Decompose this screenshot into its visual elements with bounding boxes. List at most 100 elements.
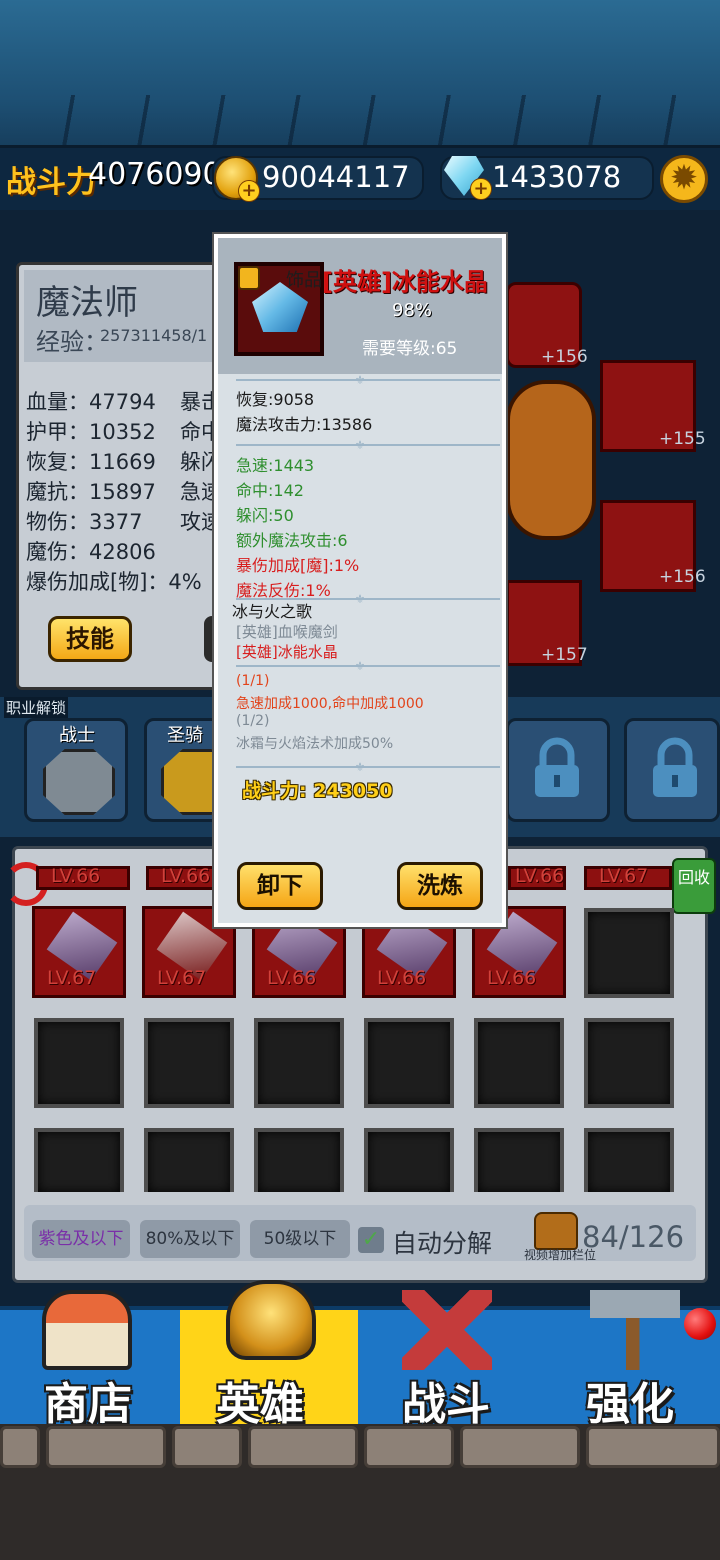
set-item: [英雄]血喉魔剑 [236, 623, 338, 641]
item-name: [英雄]冰能水晶 [322, 268, 488, 296]
exp-label: 经验： [36, 328, 108, 356]
skill-button[interactable]: 技能 [48, 616, 132, 662]
extra-stat: 额外魔法攻击:6 [236, 531, 348, 550]
equipment-slot-weapon[interactable]: +155 [600, 360, 706, 452]
brick [460, 1426, 580, 1468]
bag-expand-hint: 视频增加栏位 [524, 1248, 597, 1262]
inventory-slot-empty[interactable] [34, 1128, 124, 1192]
bag-expand-icon[interactable] [534, 1212, 578, 1250]
job-locked-2[interactable] [624, 718, 720, 822]
filter-80-percent-and-below[interactable]: 80%及以下 [140, 1220, 240, 1258]
inventory-slot-empty[interactable] [144, 1128, 234, 1192]
filter-purple-and-below[interactable]: 紫色及以下 [32, 1220, 130, 1258]
item-power: 战斗力: 243050 [242, 780, 393, 802]
sword-icon [43, 749, 115, 815]
class-name: 魔法师 [36, 283, 138, 323]
shop-icon [42, 1290, 132, 1370]
base-stat: 魔法攻击力:13586 [236, 415, 373, 434]
tab-label: 英雄 [216, 1379, 304, 1430]
extra-stat: 命中:142 [236, 481, 304, 500]
inventory-slot-empty[interactable] [584, 908, 674, 998]
hero-helmet-icon [226, 1280, 316, 1360]
gold-coin-icon[interactable]: + [214, 156, 260, 202]
lock-icon [653, 737, 697, 797]
extra-stat: 躲闪:50 [236, 506, 294, 525]
inventory-slot-empty[interactable] [364, 1018, 454, 1108]
inventory-slot-empty[interactable] [474, 1018, 564, 1108]
stat-regen: 恢复：11669 [26, 450, 156, 474]
tab-label: 战斗 [402, 1379, 490, 1430]
divider [236, 665, 500, 667]
stat-hp: 血量：47794 [26, 390, 156, 414]
bag-count: 84/126 [582, 1220, 685, 1254]
equipment-armor-icon[interactable] [506, 380, 596, 540]
inventory-slot-empty[interactable] [34, 1018, 124, 1108]
gem-value: 1433078 [492, 160, 622, 194]
brick [0, 1426, 40, 1468]
background-texture [0, 95, 720, 145]
auto-decompose-label: 自动分解 [392, 1229, 493, 1258]
inventory-item-sword[interactable]: LV.67 [32, 906, 126, 998]
set-bonus-text: 急速加成1000,命中加成1000 [236, 696, 424, 712]
recycle-label: 回收 [677, 868, 710, 887]
hammer-icon [590, 1290, 680, 1370]
add-gold-icon[interactable]: + [238, 180, 260, 202]
brick [172, 1426, 242, 1468]
brick [586, 1426, 720, 1468]
divider [236, 379, 500, 381]
equipment-enhance-level: +157 [541, 645, 588, 665]
add-gem-icon[interactable]: + [470, 178, 492, 200]
recycle-bin-icon[interactable]: 回收 [672, 858, 716, 914]
item-required-level: 需要等级:65 [362, 339, 458, 359]
auto-decompose-checkbox[interactable]: ✓ [358, 1227, 384, 1253]
inventory-slot-empty[interactable] [254, 1128, 344, 1192]
inventory-slot-empty[interactable] [474, 1128, 564, 1192]
equipment-slot-helmet[interactable]: +156 [506, 282, 588, 368]
stat-magic-resist: 魔抗：15897 [26, 480, 156, 504]
total-power-value: 4076090 [88, 157, 222, 192]
inventory-slot-empty[interactable] [364, 1128, 454, 1192]
total-power-label: 战斗力 [6, 165, 96, 200]
refine-button[interactable]: 洗炼 [397, 862, 483, 910]
inventory-slot-empty[interactable] [584, 1018, 674, 1108]
brick [364, 1426, 454, 1468]
settings-gear-icon[interactable]: ✹ [660, 155, 708, 203]
item-type: 饰品 [286, 270, 322, 291]
item-quality-percent: 98% [392, 300, 433, 321]
item-lock-icon[interactable] [238, 266, 260, 290]
stat-physical-damage: 物伤：3377 [26, 510, 143, 534]
job-name: 战士 [59, 725, 95, 746]
tab-shop[interactable]: 商店 [0, 1290, 178, 1430]
inventory-slot-empty[interactable] [144, 1018, 234, 1108]
divider-ornament-icon: ⚜ [354, 438, 366, 452]
stat-armor: 护甲：10352 [26, 420, 156, 444]
exp-value: 257311458/1 [100, 326, 208, 345]
tab-hero[interactable]: 英雄 [180, 1280, 358, 1430]
crossed-swords-icon [402, 1290, 492, 1370]
notification-dot-icon [684, 1308, 716, 1340]
divider-ornament-icon: ⚜ [354, 373, 366, 387]
set-bonus-count: (1/2) [236, 713, 270, 729]
equipment-enhance-level: +156 [659, 567, 706, 587]
equipment-enhance-level: +156 [541, 347, 588, 367]
inventory-slot-empty[interactable] [254, 1018, 344, 1108]
gold-value: 90044117 [262, 160, 410, 194]
divider [236, 766, 500, 768]
equipment-enhance-level: +155 [659, 429, 706, 449]
job-locked-1[interactable] [506, 718, 610, 822]
job-warrior[interactable]: 战士 [24, 718, 128, 822]
inventory-item-partial[interactable]: LV.66 [508, 865, 566, 890]
unequip-button[interactable]: 卸下 [237, 862, 323, 910]
tab-battle[interactable]: 战斗 [360, 1290, 538, 1430]
equipment-slot-ring[interactable]: +156 [600, 500, 706, 592]
divider-ornament-icon: ⚜ [354, 760, 366, 774]
inventory-item-partial[interactable]: LV.67 [584, 865, 672, 890]
equipment-slot-boots[interactable]: +157 [506, 580, 588, 666]
tab-label: 强化 [586, 1379, 674, 1430]
lock-icon [535, 737, 579, 797]
inventory-slot-empty[interactable] [584, 1128, 674, 1192]
set-bonus-text: 冰霜与火焰法术加成50% [236, 736, 394, 752]
inventory-item-partial[interactable]: LV.66 [36, 865, 130, 890]
filter-level-50-and-below[interactable]: 50级以下 [250, 1220, 350, 1258]
extra-stat: 暴伤加成[魔]:1% [236, 556, 360, 575]
